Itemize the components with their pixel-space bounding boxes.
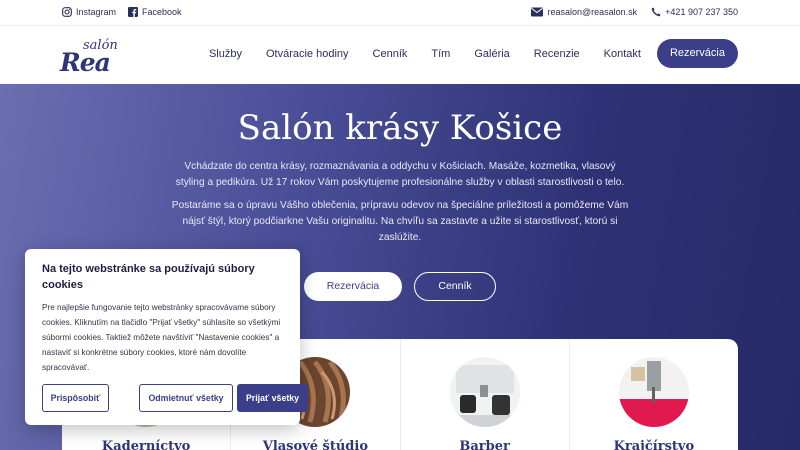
- krajcirstvo-image: [618, 357, 689, 427]
- nav-item-tim[interactable]: Tím: [419, 40, 462, 68]
- cookie-customize-button[interactable]: Prispôsobiť: [42, 384, 109, 412]
- mail-icon: [531, 7, 544, 17]
- service-title: Vlasové štúdio: [262, 439, 368, 450]
- hero-intro-text: Vchádzate do centra krásy, rozmaznávania…: [175, 161, 625, 188]
- hero-reservation-button[interactable]: Rezervácia: [304, 272, 402, 301]
- reservation-button[interactable]: Rezervácia: [656, 39, 738, 68]
- service-title: Kaderníctvo: [101, 439, 191, 450]
- nav-item-sluzby[interactable]: Služby: [197, 40, 254, 68]
- cookie-title: Na tejto webstránke sa používajú súbory …: [42, 263, 255, 291]
- contact-info: reasalon@reasalon.sk +421 907 237 350: [531, 7, 738, 17]
- cookie-consent-dialog: Na tejto webstránke sa používajú súbory …: [25, 249, 308, 425]
- nav-item-recenzie[interactable]: Recenzie: [522, 40, 592, 68]
- main-nav: Služby Otváracie hodiny Cenník Tím Galér…: [197, 39, 738, 68]
- cookie-description: Pre najlepšie fungovanie tejto webstránk…: [42, 303, 281, 372]
- phone-link[interactable]: +421 907 237 350: [651, 7, 738, 17]
- page-title: Salón krásy Košice: [237, 108, 563, 148]
- instagram-label: Instagram: [76, 7, 117, 17]
- email-text: reasalon@reasalon.sk: [547, 7, 638, 17]
- social-links: Instagram Facebook: [62, 7, 182, 17]
- facebook-label: Facebook: [142, 7, 182, 17]
- service-card-barber[interactable]: Barber: [401, 339, 570, 450]
- top-bar: Instagram Facebook reasalon@reasalon.sk …: [0, 0, 800, 26]
- nav-item-galeria[interactable]: Galéria: [462, 40, 521, 68]
- instagram-icon: [62, 7, 72, 17]
- cookie-reject-all-button[interactable]: Odmietnuť všetky: [139, 384, 233, 412]
- barber-image: [449, 357, 520, 427]
- nav-item-kontakt[interactable]: Kontakt: [592, 40, 653, 68]
- instagram-link[interactable]: Instagram: [62, 7, 116, 17]
- phone-icon: [651, 7, 661, 17]
- facebook-icon: [128, 7, 139, 17]
- logo[interactable]: salón Rea: [60, 36, 130, 77]
- service-card-krajcirstvo[interactable]: Krajčírstvo: [570, 339, 738, 450]
- hero-secondary-text: Postaráme sa o úpravu Vášho oblečenia, p…: [171, 200, 629, 243]
- facebook-link[interactable]: Facebook: [128, 7, 182, 17]
- phone-text: +421 907 237 350: [665, 7, 738, 17]
- main-header: salón Rea Služby Otváracie hodiny Cenník…: [0, 26, 800, 84]
- nav-item-cennik[interactable]: Cenník: [361, 40, 420, 68]
- service-title: Krajčírstvo: [613, 439, 695, 450]
- hero-pricelist-button[interactable]: Cenník: [414, 272, 496, 301]
- nav-item-oteviracie-hodiny[interactable]: Otváracie hodiny: [254, 40, 361, 68]
- logo-big-text: Rea: [60, 48, 111, 77]
- cookie-accept-all-button[interactable]: Prijať všetky: [237, 384, 308, 412]
- service-title: Barber: [459, 439, 510, 450]
- email-link[interactable]: reasalon@reasalon.sk: [531, 7, 637, 17]
